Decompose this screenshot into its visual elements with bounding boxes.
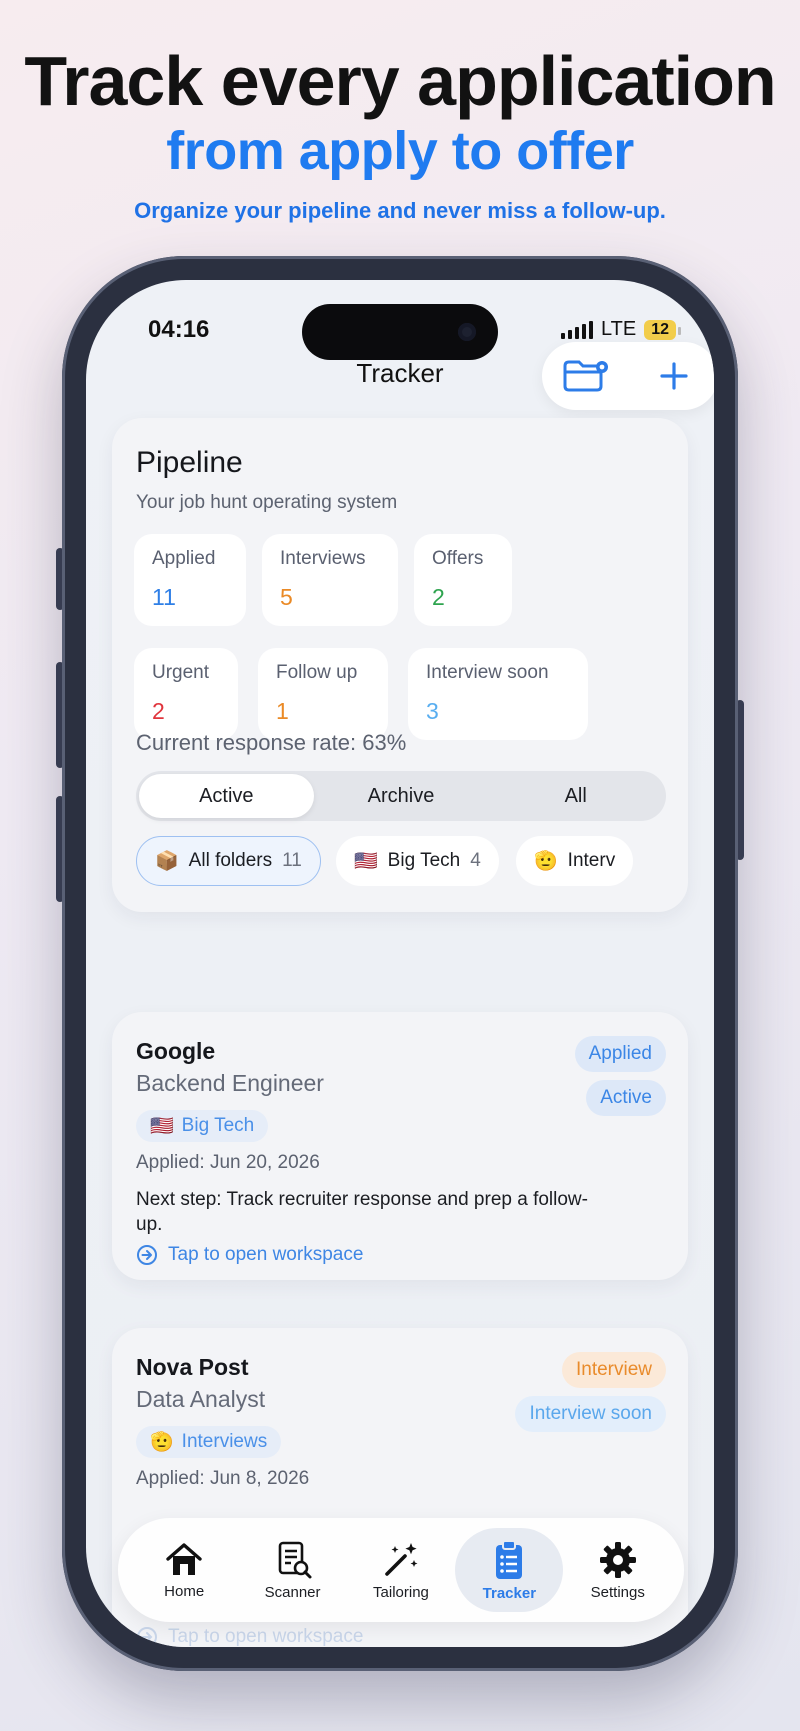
status-badge: Interview xyxy=(561,1352,666,1388)
job-folder-tag: 🫡 Interviews xyxy=(136,1426,282,1458)
tab-label: Scanner xyxy=(264,1583,321,1601)
open-workspace-link[interactable]: Tap to open workspace xyxy=(136,1244,363,1266)
job-folder-name: Interviews xyxy=(181,1431,268,1452)
job-folder-tag: 🇺🇸 Big Tech xyxy=(136,1110,269,1142)
folder-chip-big-tech[interactable]: 🇺🇸 Big Tech 4 xyxy=(336,836,499,886)
tab-settings[interactable]: Settings xyxy=(564,1528,672,1612)
house-icon xyxy=(166,1542,202,1575)
tab-label: Tracker xyxy=(482,1584,537,1602)
us-flag-icon: 🇺🇸 xyxy=(354,851,378,872)
stat-value: 11 xyxy=(152,584,176,610)
salute-icon: 🫡 xyxy=(534,851,558,872)
pipeline-title: Pipeline xyxy=(136,446,243,479)
marketing-headline-accent: from apply to offer xyxy=(166,121,634,181)
tab-bar: Home Scanner Tailoring Tracker Settings xyxy=(118,1518,684,1622)
arrow-circle-right-icon xyxy=(137,1245,157,1265)
folder-settings-button[interactable] xyxy=(556,346,616,406)
job-role: Data Analyst xyxy=(136,1386,266,1412)
stat-value: 2 xyxy=(152,698,165,724)
clipboard-list-icon xyxy=(496,1539,523,1579)
folder-name: All folders xyxy=(188,850,273,871)
network-type: LTE xyxy=(601,318,637,340)
stat-label: Interview soon xyxy=(426,662,549,683)
stage-badge: Interview soon xyxy=(515,1396,666,1432)
tab-label: Settings xyxy=(590,1583,645,1601)
job-applied-date: Applied: Jun 8, 2026 xyxy=(136,1468,310,1489)
job-applied-date: Applied: Jun 20, 2026 xyxy=(136,1152,320,1173)
status-time: 04:16 xyxy=(148,316,210,343)
job-next-step: Next step: Track recruiter response and … xyxy=(136,1189,588,1235)
folder-chips: 📦 All folders 11 🇺🇸 Big Tech 4 🫡 Interv xyxy=(136,836,666,886)
folder-gear-icon xyxy=(563,360,608,392)
job-folder-name: Big Tech xyxy=(181,1115,255,1136)
tab-home[interactable]: Home xyxy=(130,1528,238,1612)
job-role: Backend Engineer xyxy=(136,1070,324,1096)
pipeline-card: Pipeline Your job hunt operating system … xyxy=(112,418,688,912)
signal-icon xyxy=(561,320,593,339)
stat-value: 2 xyxy=(432,584,445,610)
segment-archive[interactable]: Archive xyxy=(314,774,489,818)
us-flag-icon: 🇺🇸 xyxy=(150,1116,174,1137)
add-button[interactable] xyxy=(644,346,704,406)
pipeline-subtitle: Your job hunt operating system xyxy=(136,492,398,513)
stat-interview-soon[interactable]: Interview soon 3 xyxy=(408,648,588,740)
tab-scanner[interactable]: Scanner xyxy=(239,1528,347,1612)
stat-offers[interactable]: Offers 2 xyxy=(414,534,512,626)
stat-urgent[interactable]: Urgent 2 xyxy=(134,648,238,740)
job-company: Nova Post xyxy=(136,1354,249,1380)
document-search-icon xyxy=(278,1541,312,1578)
salute-icon: 🫡 xyxy=(150,1432,174,1453)
open-workspace-link[interactable]: Tap to open workspace xyxy=(136,1626,363,1647)
stat-label: Follow up xyxy=(276,662,358,683)
folder-count: 11 xyxy=(282,850,302,871)
tab-tailoring[interactable]: Tailoring xyxy=(347,1528,455,1612)
status-indicators: LTE 12 xyxy=(561,318,681,341)
gear-icon xyxy=(599,1541,636,1578)
segment-active[interactable]: Active xyxy=(139,774,314,818)
job-company: Google xyxy=(136,1038,216,1064)
job-card[interactable]: Google Backend Engineer 🇺🇸 Big Tech Appl… xyxy=(112,1012,688,1280)
marketing-subheadline: Organize your pipeline and never miss a … xyxy=(134,198,666,223)
status-badge: Applied xyxy=(574,1036,666,1072)
marketing-headline: Track every application xyxy=(24,42,776,120)
stat-label: Offers xyxy=(432,548,484,569)
camera-icon xyxy=(458,323,476,341)
stat-value: 1 xyxy=(276,698,289,724)
folder-name: Interv xyxy=(567,850,616,871)
tab-tracker[interactable]: Tracker xyxy=(455,1528,564,1612)
tab-label: Home xyxy=(164,1582,205,1600)
stat-applied[interactable]: Applied 11 xyxy=(134,534,246,626)
folder-name: Big Tech xyxy=(387,850,461,871)
folder-chip-all[interactable]: 📦 All folders 11 xyxy=(136,836,321,886)
arrow-circle-right-icon xyxy=(137,1627,157,1647)
stat-interviews[interactable]: Interviews 5 xyxy=(262,534,398,626)
folder-count: 4 xyxy=(470,850,481,871)
plus-icon xyxy=(660,362,688,390)
stat-value: 3 xyxy=(426,698,439,724)
dynamic-island xyxy=(302,304,498,360)
box-icon: 📦 xyxy=(155,851,179,872)
stat-label: Urgent xyxy=(152,662,210,683)
folder-chip-interviews[interactable]: 🫡 Interv xyxy=(516,836,634,886)
battery-level: 12 xyxy=(644,319,681,340)
stat-label: Interviews xyxy=(280,548,366,569)
open-workspace-label: Tap to open workspace xyxy=(168,1244,364,1265)
status-segmented-control: Active Archive All xyxy=(136,771,666,821)
stage-badge: Active xyxy=(586,1080,666,1116)
nav-actions xyxy=(542,342,714,410)
stat-value: 5 xyxy=(280,584,293,610)
tab-label: Tailoring xyxy=(373,1583,429,1601)
stat-follow-up[interactable]: Follow up 1 xyxy=(258,648,388,740)
magic-wand-icon xyxy=(385,1542,418,1576)
open-workspace-label: Tap to open workspace xyxy=(168,1626,364,1647)
response-rate: Current response rate: 63% xyxy=(136,730,407,755)
segment-all[interactable]: All xyxy=(488,774,663,818)
phone-screen: 04:16 LTE 12 Tracker Pipeline Your job h… xyxy=(86,280,714,1647)
stat-label: Applied xyxy=(152,548,216,569)
